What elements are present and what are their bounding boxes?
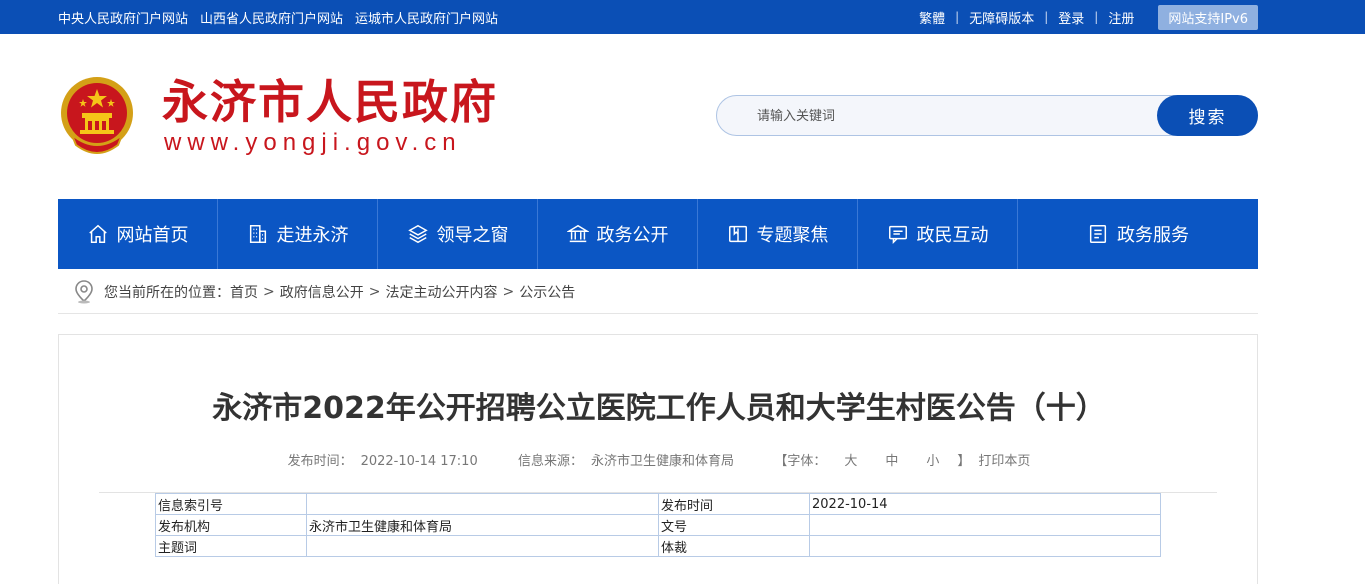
table-cell: 发布机构 <box>155 514 307 536</box>
source-value: 永济市卫生健康和体育局 <box>591 454 735 469</box>
table-cell <box>306 535 659 557</box>
article-title: 永济市2022年公开招聘公立医院工作人员和大学生村医公告（十） <box>212 391 1106 426</box>
nav-label: 领导之窗 <box>436 225 509 246</box>
font-size-close: 】 <box>957 454 971 469</box>
breadcrumb-gov-info[interactable]: 政府信息公开 <box>280 282 364 302</box>
search-input[interactable] <box>757 105 1137 127</box>
register-link[interactable]: 注册 <box>1098 8 1144 27</box>
site-url: www.yongji.gov.cn <box>164 129 462 156</box>
font-size-open: 【字体： <box>774 454 827 469</box>
table-cell: 信息索引号 <box>155 493 307 515</box>
publish-label: 发布时间： <box>287 454 353 469</box>
breadcrumb: 您当前所在的位置： 首页 > 政府信息公开 > 法定主动公开内容 > 公示公告 <box>58 270 1258 314</box>
link-shanxi-gov[interactable]: 山西省人民政府门户网站 <box>200 8 343 27</box>
article-container: 永济市2022年公开招聘公立医院工作人员和大学生村医公告（十） 发布时间： 202… <box>58 334 1258 584</box>
nav-label: 政务服务 <box>1117 225 1189 246</box>
nav-label: 专题聚焦 <box>756 225 829 246</box>
nav-item-services[interactable]: 政务服务 <box>1018 199 1258 269</box>
table-row: 主题词 体裁 <box>155 535 1161 557</box>
search-box: 搜索 <box>716 95 1258 136</box>
national-emblem-icon <box>61 77 133 154</box>
publish-time: 2022-10-14 17:10 <box>360 454 478 469</box>
nav-label: 网站首页 <box>116 225 189 246</box>
nav-item-gov-affairs[interactable]: 政务公开 <box>538 199 698 269</box>
nav-item-interaction[interactable]: 政民互动 <box>858 199 1018 269</box>
government-icon <box>566 224 589 243</box>
info-table: 信息索引号 发布时间 2022-10-14 发布机构 永济市卫生健康和体育局 文… <box>155 493 1161 557</box>
table-cell: 2022-10-14 <box>809 493 1161 515</box>
nav-item-topics[interactable]: 专题聚焦 <box>698 199 858 269</box>
nav-item-home[interactable]: 网站首页 <box>58 199 218 269</box>
nav-label: 政民互动 <box>916 225 989 246</box>
font-size-medium-button[interactable]: 中 <box>885 450 898 469</box>
breadcrumb-notices[interactable]: 公示公告 <box>519 282 575 302</box>
nav-item-about[interactable]: 走进永济 <box>218 199 378 269</box>
table-cell <box>306 493 659 515</box>
table-cell: 主题词 <box>155 535 307 557</box>
site-title[interactable]: 永济市人民政府 <box>162 74 498 130</box>
source-label: 信息来源： <box>518 454 584 469</box>
breadcrumb-legal-content[interactable]: 法定主动公开内容 <box>385 282 497 302</box>
top-bar: 中央人民政府门户网站 山西省人民政府门户网站 运城市人民政府门户网站 繁體 | … <box>0 0 1365 34</box>
book-icon <box>728 225 747 243</box>
home-icon <box>88 224 107 243</box>
top-right-links: 繁體 | 无障碍版本 | 登录 | 注册 网站支持IPv6 <box>909 0 1258 34</box>
login-link[interactable]: 登录 <box>1048 8 1094 27</box>
nav-item-leaders[interactable]: 领导之窗 <box>378 199 538 269</box>
document-icon <box>1089 225 1107 243</box>
building-icon <box>249 225 266 243</box>
ipv6-badge: 网站支持IPv6 <box>1158 4 1258 30</box>
breadcrumb-home[interactable]: 首页 <box>230 282 258 302</box>
article-meta: 发布时间： 2022-10-14 17:10 信息来源： 永济市卫生健康和体育局 【… <box>59 450 1259 469</box>
link-central-gov[interactable]: 中央人民政府门户网站 <box>58 8 188 27</box>
breadcrumb-separator: > <box>263 283 275 300</box>
nav-label: 政务公开 <box>596 225 669 246</box>
table-cell: 体裁 <box>658 535 810 557</box>
table-cell: 发布时间 <box>658 493 810 515</box>
traditional-chinese-link[interactable]: 繁體 <box>909 8 955 27</box>
table-cell <box>809 535 1161 557</box>
main-nav: 网站首页 走进永济 领导之窗 政务公开 专题聚焦 政民互动 政务服务 <box>58 199 1258 269</box>
font-size-small-button[interactable]: 小 <box>926 450 939 469</box>
breadcrumb-separator: > <box>502 283 515 300</box>
accessibility-link[interactable]: 无障碍版本 <box>959 8 1044 27</box>
chat-icon <box>888 225 907 245</box>
link-yuncheng-gov[interactable]: 运城市人民政府门户网站 <box>355 8 498 27</box>
print-button[interactable]: 打印本页 <box>978 454 1030 469</box>
breadcrumb-separator: > <box>368 283 381 300</box>
search-button[interactable]: 搜索 <box>1157 95 1258 136</box>
top-links: 中央人民政府门户网站 山西省人民政府门户网站 运城市人民政府门户网站 <box>58 0 498 34</box>
layers-icon <box>407 224 428 244</box>
table-cell: 永济市卫生健康和体育局 <box>306 514 659 536</box>
nav-label: 走进永济 <box>276 225 349 246</box>
font-size-large-button[interactable]: 大 <box>844 450 857 469</box>
table-row: 信息索引号 发布时间 2022-10-14 <box>155 493 1161 515</box>
location-pin-icon <box>75 279 93 303</box>
table-cell <box>809 514 1161 536</box>
table-cell: 文号 <box>658 514 810 536</box>
breadcrumb-prefix: 您当前所在的位置： <box>104 284 230 301</box>
table-row: 发布机构 永济市卫生健康和体育局 文号 <box>155 514 1161 536</box>
